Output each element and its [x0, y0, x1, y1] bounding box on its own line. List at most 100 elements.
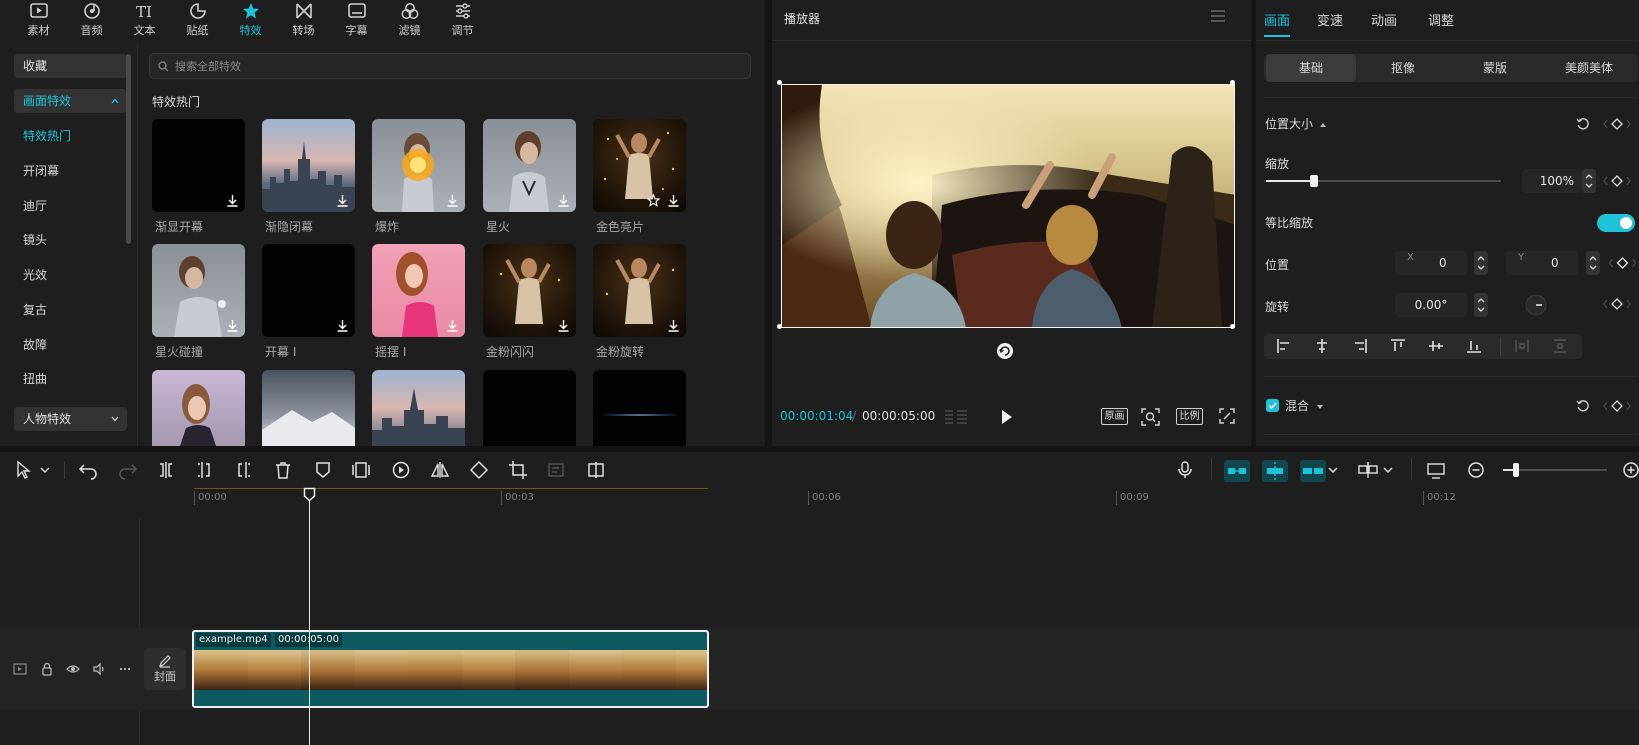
position-x-field[interactable]: X 0: [1395, 251, 1467, 275]
resize-handle[interactable]: [777, 80, 782, 85]
playhead-handle-icon[interactable]: [303, 487, 316, 502]
auto-snap-icon[interactable]: [1262, 460, 1288, 482]
align-center-horizontal-icon[interactable]: [1314, 338, 1330, 354]
cover-button[interactable]: 封面: [144, 648, 186, 690]
effect-thumb-row3-2[interactable]: [262, 370, 355, 446]
rotation-stepper[interactable]: [1474, 293, 1488, 317]
resize-handle[interactable]: [777, 324, 782, 329]
scale-value[interactable]: 100%: [1522, 169, 1582, 193]
tab-sticker[interactable]: 贴纸: [171, 0, 224, 40]
nav-item-hot[interactable]: 特效热门: [23, 127, 71, 144]
trim-left-icon[interactable]: [195, 460, 215, 480]
chevron-down-icon[interactable]: [40, 460, 50, 480]
tab-text[interactable]: TI 文本: [118, 0, 171, 40]
lock-icon[interactable]: [40, 662, 54, 676]
position-x-stepper[interactable]: [1474, 251, 1488, 275]
speaker-icon[interactable]: [92, 662, 106, 676]
track-video-icon[interactable]: [13, 662, 27, 676]
position-y-field[interactable]: Y 0: [1506, 251, 1578, 275]
split-icon[interactable]: [156, 460, 176, 480]
zoom-in-icon[interactable]: [1621, 460, 1639, 480]
tab-media[interactable]: 素材: [12, 0, 65, 40]
redo-icon[interactable]: [118, 460, 138, 480]
nav-item-lens[interactable]: 镜头: [23, 231, 47, 248]
scale-slider-handle[interactable]: [1310, 175, 1318, 187]
zoom-slider-handle[interactable]: [1513, 463, 1519, 477]
align-center-vertical-icon[interactable]: [1428, 338, 1444, 354]
effect-thumb-spark-collision[interactable]: [152, 244, 245, 337]
align-top-icon[interactable]: [1390, 338, 1406, 354]
zoom-out-icon[interactable]: [1466, 460, 1486, 480]
replace-clip-icon[interactable]: [586, 460, 606, 480]
effect-thumb-fade-in-opening[interactable]: [152, 119, 245, 212]
nav-item-disco[interactable]: 迪厅: [23, 197, 47, 214]
tab-subtitle[interactable]: 字幕: [330, 0, 383, 40]
mirror-icon[interactable]: [430, 460, 450, 480]
nav-item-light[interactable]: 光效: [23, 266, 47, 283]
edit-text-icon[interactable]: [547, 460, 567, 480]
effect-thumb-row3-5[interactable]: [593, 370, 686, 446]
tab-speed[interactable]: 变速: [1317, 10, 1343, 29]
fit-screen-icon[interactable]: [1141, 408, 1160, 426]
tab-adjust[interactable]: 调节: [436, 0, 489, 40]
menu-icon[interactable]: [1211, 10, 1225, 22]
effect-thumb-swing-1[interactable]: [372, 244, 465, 337]
preview-axis-icon[interactable]: [1357, 460, 1379, 480]
nav-scrollbar[interactable]: [126, 54, 131, 244]
keyframe-nav-icon[interactable]: [1602, 399, 1632, 413]
effect-thumb-fade-out-closing[interactable]: [262, 119, 355, 212]
effect-thumb-golden-sequins[interactable]: [593, 119, 686, 212]
tab-transition[interactable]: 转场: [277, 0, 330, 40]
tab-audio[interactable]: 音频: [65, 0, 118, 40]
original-quality-button[interactable]: 原画: [1101, 408, 1128, 425]
rotate-handle-icon[interactable]: [996, 342, 1014, 360]
tab-animation[interactable]: 动画: [1371, 10, 1397, 29]
play-icon[interactable]: [1000, 408, 1014, 426]
zoom-to-fit-icon[interactable]: [1426, 460, 1446, 480]
section-position-size[interactable]: 位置大小: [1265, 115, 1327, 132]
subtab-beauty[interactable]: 美颜美体: [1542, 54, 1636, 82]
playhead-line[interactable]: [309, 496, 310, 745]
tab-adjustment[interactable]: 调整: [1428, 10, 1454, 29]
tab-effects[interactable]: 特效: [224, 0, 277, 40]
keyframe-nav-icon[interactable]: [1602, 297, 1632, 311]
effect-thumb-explosion[interactable]: [372, 119, 465, 212]
select-cursor-icon[interactable]: [14, 460, 34, 480]
delete-icon[interactable]: [273, 460, 293, 480]
keyframe-nav-icon[interactable]: [1602, 174, 1632, 188]
uniform-scale-toggle[interactable]: [1597, 214, 1635, 232]
position-y-stepper[interactable]: [1586, 251, 1600, 275]
subtab-mask[interactable]: 蒙版: [1450, 54, 1540, 82]
tab-picture[interactable]: 画面: [1264, 10, 1290, 29]
nav-favorites[interactable]: 收藏: [14, 54, 127, 78]
effect-thumb-opening-1[interactable]: [262, 244, 355, 337]
eye-icon[interactable]: [66, 662, 80, 676]
aspect-ratio-button[interactable]: 比例: [1176, 408, 1203, 425]
chevron-down-icon[interactable]: [1382, 460, 1394, 480]
effect-thumb-row3-4[interactable]: [483, 370, 576, 446]
align-right-icon[interactable]: [1352, 338, 1368, 354]
rotate-icon[interactable]: [469, 460, 489, 480]
nav-group-people-effects[interactable]: 人物特效: [14, 407, 127, 431]
align-bottom-icon[interactable]: [1466, 338, 1482, 354]
align-left-icon[interactable]: [1276, 338, 1292, 354]
freeze-frame-icon[interactable]: [351, 460, 371, 480]
effect-thumb-row3-1[interactable]: [152, 370, 245, 446]
effect-thumb-row3-3[interactable]: [372, 370, 465, 446]
nav-item-glitch[interactable]: 故障: [23, 336, 47, 353]
effect-thumb-gold-powder-sparkle[interactable]: [483, 244, 576, 337]
microphone-icon[interactable]: [1175, 460, 1195, 480]
blend-section[interactable]: 混合: [1285, 397, 1324, 414]
reset-icon[interactable]: [1576, 399, 1590, 413]
undo-icon[interactable]: [78, 460, 98, 480]
rotation-value[interactable]: 0.00°: [1395, 293, 1467, 317]
main-track-magnet-icon[interactable]: [1224, 460, 1250, 482]
timecode-grid-icon[interactable]: [944, 408, 968, 426]
tab-filter[interactable]: 滤镜: [383, 0, 436, 40]
reset-icon[interactable]: [1576, 117, 1590, 131]
nav-group-screen-effects[interactable]: 画面特效: [14, 89, 127, 113]
resize-handle[interactable]: [1230, 80, 1235, 85]
keyframe-nav-icon[interactable]: [1602, 117, 1632, 131]
linkage-icon[interactable]: [1300, 460, 1326, 482]
fullscreen-icon[interactable]: [1219, 408, 1235, 424]
